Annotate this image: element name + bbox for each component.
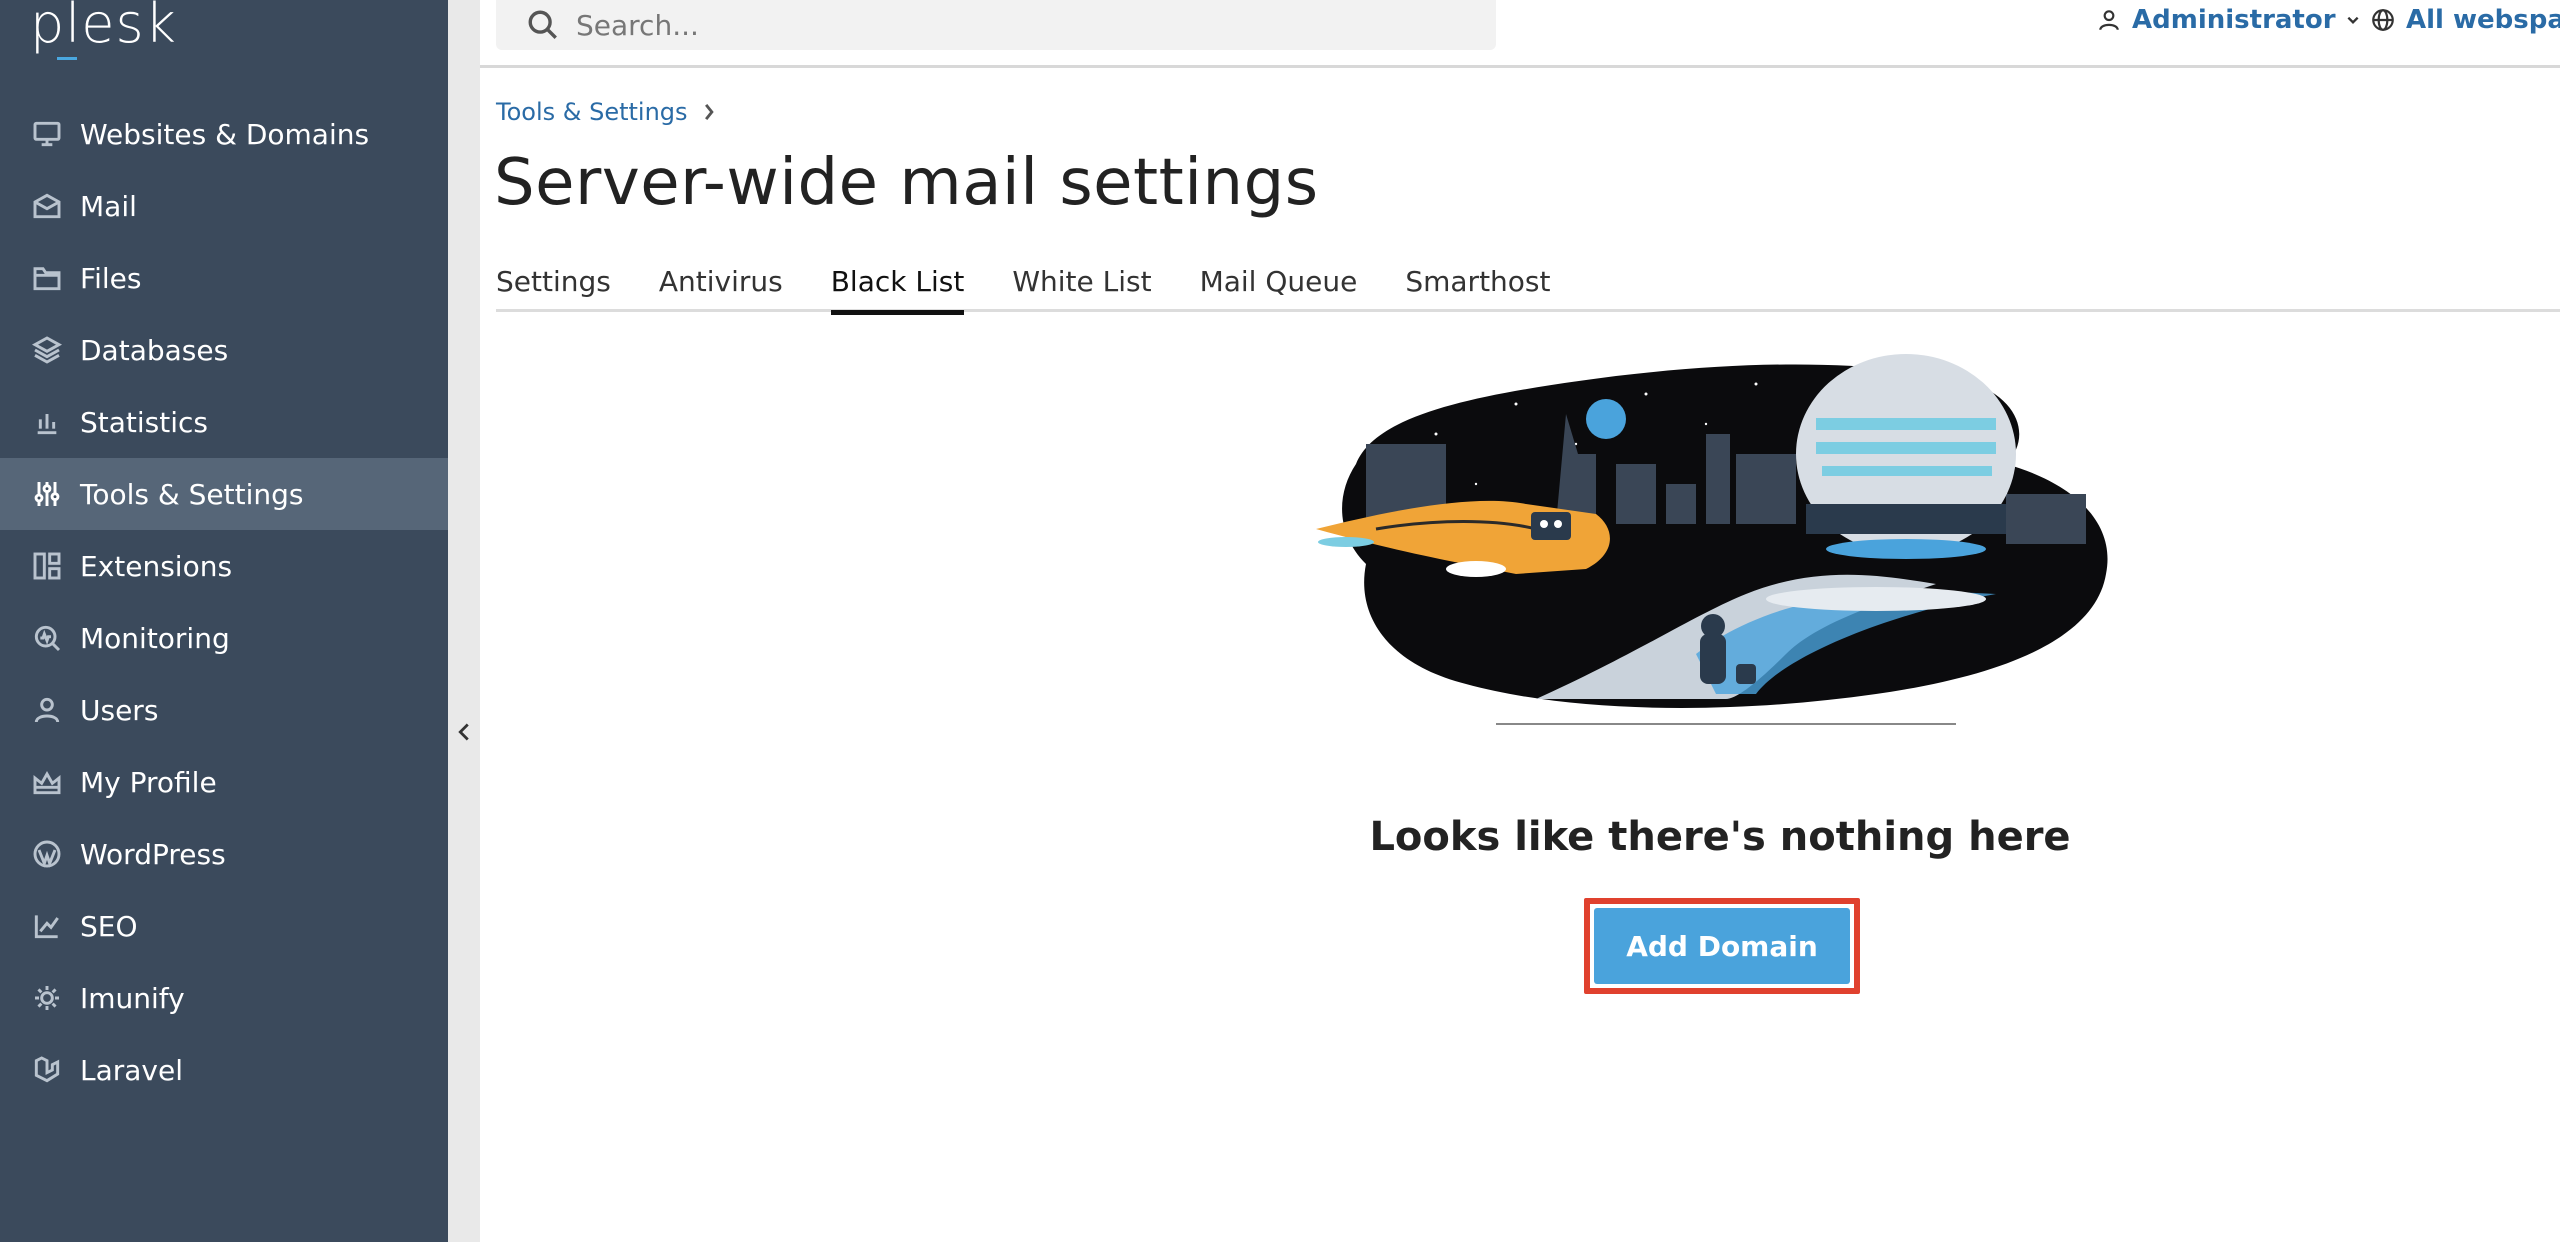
- sidebar-item-label: Files: [80, 261, 142, 295]
- user-menu[interactable]: Administrator: [2096, 0, 2360, 40]
- empty-state-title: Looks like there's nothing here: [1369, 814, 2071, 860]
- globe-icon: [2372, 9, 2394, 31]
- tab-mail-queue[interactable]: Mail Queue: [1200, 256, 1358, 312]
- sidebar-item-monitoring[interactable]: Monitoring: [0, 602, 448, 674]
- sidebar-item-label: Users: [80, 693, 159, 727]
- webspace-selector[interactable]: All webspaces: [2370, 0, 2560, 40]
- empty-state-illustration: [1316, 354, 2108, 725]
- sidebar-item-label: WordPress: [80, 837, 226, 871]
- sidebar-item-laravel[interactable]: Laravel: [0, 1034, 448, 1106]
- sidebar-item-imunify[interactable]: Imunify: [0, 962, 448, 1034]
- user-name: Administrator: [2132, 5, 2336, 35]
- sidebar-item-tools-settings[interactable]: Tools & Settings: [0, 458, 448, 530]
- bar-chart-icon: [30, 405, 64, 439]
- sidebar-item-label: My Profile: [80, 765, 217, 799]
- tab-bar: Settings Antivirus Black List White List…: [496, 256, 2560, 315]
- plesk-logo[interactable]: plesk: [30, 0, 177, 55]
- webspace-label: All webspaces: [2406, 5, 2560, 35]
- folder-icon: [30, 261, 64, 295]
- sidebar-collapse-strip: [448, 0, 480, 1242]
- chevron-right-icon: [704, 103, 714, 121]
- sidebar-item-label: Monitoring: [80, 621, 230, 655]
- tab-black-list[interactable]: Black List: [830, 256, 964, 315]
- sidebar-item-extensions[interactable]: Extensions: [0, 530, 448, 602]
- user-icon: [30, 693, 64, 727]
- tab-white-list[interactable]: White List: [1012, 256, 1151, 312]
- chevron-down-icon: [2347, 16, 2359, 24]
- sidebar-item-wordpress[interactable]: WordPress: [0, 818, 448, 890]
- collapse-sidebar-button[interactable]: [448, 714, 480, 750]
- sidebar-item-label: Laravel: [80, 1053, 184, 1087]
- logo-accent: [57, 57, 77, 60]
- tab-smarthost[interactable]: Smarthost: [1405, 256, 1550, 312]
- extensions-icon: [30, 549, 64, 583]
- monitor-icon: [30, 117, 64, 151]
- search-input[interactable]: [576, 8, 1376, 42]
- sidebar-item-label: Websites & Domains: [80, 117, 370, 151]
- sidebar-item-websites-domains[interactable]: Websites & Domains: [0, 98, 448, 170]
- chevron-left-icon: [458, 723, 469, 741]
- sidebar-item-databases[interactable]: Databases: [0, 314, 448, 386]
- monitoring-icon: [30, 621, 64, 655]
- sidebar-item-label: SEO: [80, 909, 138, 943]
- sidebar-nav: Websites & Domains Mail Files Databases …: [0, 98, 448, 1106]
- database-icon: [30, 333, 64, 367]
- add-domain-button[interactable]: Add Domain: [1594, 908, 1850, 984]
- breadcrumb: Tools & Settings: [496, 98, 716, 126]
- laravel-icon: [30, 1053, 64, 1087]
- sidebar: plesk Websites & Domains Mail Files Data…: [0, 0, 448, 1242]
- sidebar-item-label: Mail: [80, 189, 137, 223]
- sidebar-item-users[interactable]: Users: [0, 674, 448, 746]
- sidebar-item-statistics[interactable]: Statistics: [0, 386, 448, 458]
- profile-icon: [30, 765, 64, 799]
- sliders-icon: [30, 477, 64, 511]
- sidebar-item-seo[interactable]: SEO: [0, 890, 448, 962]
- breadcrumb-tools-settings[interactable]: Tools & Settings: [496, 98, 688, 126]
- page-title: Server-wide mail settings: [494, 146, 1319, 220]
- sidebar-item-label: Imunify: [80, 981, 185, 1015]
- imunify-icon: [30, 981, 64, 1015]
- sidebar-item-label: Statistics: [80, 405, 208, 439]
- top-header: Administrator All webspaces: [480, 0, 2560, 68]
- mail-icon: [30, 189, 64, 223]
- search-icon: [528, 10, 557, 39]
- sidebar-item-my-profile[interactable]: My Profile: [0, 746, 448, 818]
- search-bar[interactable]: [496, 0, 1496, 50]
- sidebar-item-label: Databases: [80, 333, 229, 367]
- user-icon: [2099, 10, 2119, 31]
- sidebar-item-mail[interactable]: Mail: [0, 170, 448, 242]
- seo-icon: [30, 909, 64, 943]
- sidebar-item-files[interactable]: Files: [0, 242, 448, 314]
- tab-settings[interactable]: Settings: [496, 256, 611, 312]
- wordpress-icon: [30, 837, 64, 871]
- tab-antivirus[interactable]: Antivirus: [659, 256, 783, 312]
- sidebar-item-label: Extensions: [80, 549, 233, 583]
- sidebar-item-label: Tools & Settings: [80, 477, 304, 511]
